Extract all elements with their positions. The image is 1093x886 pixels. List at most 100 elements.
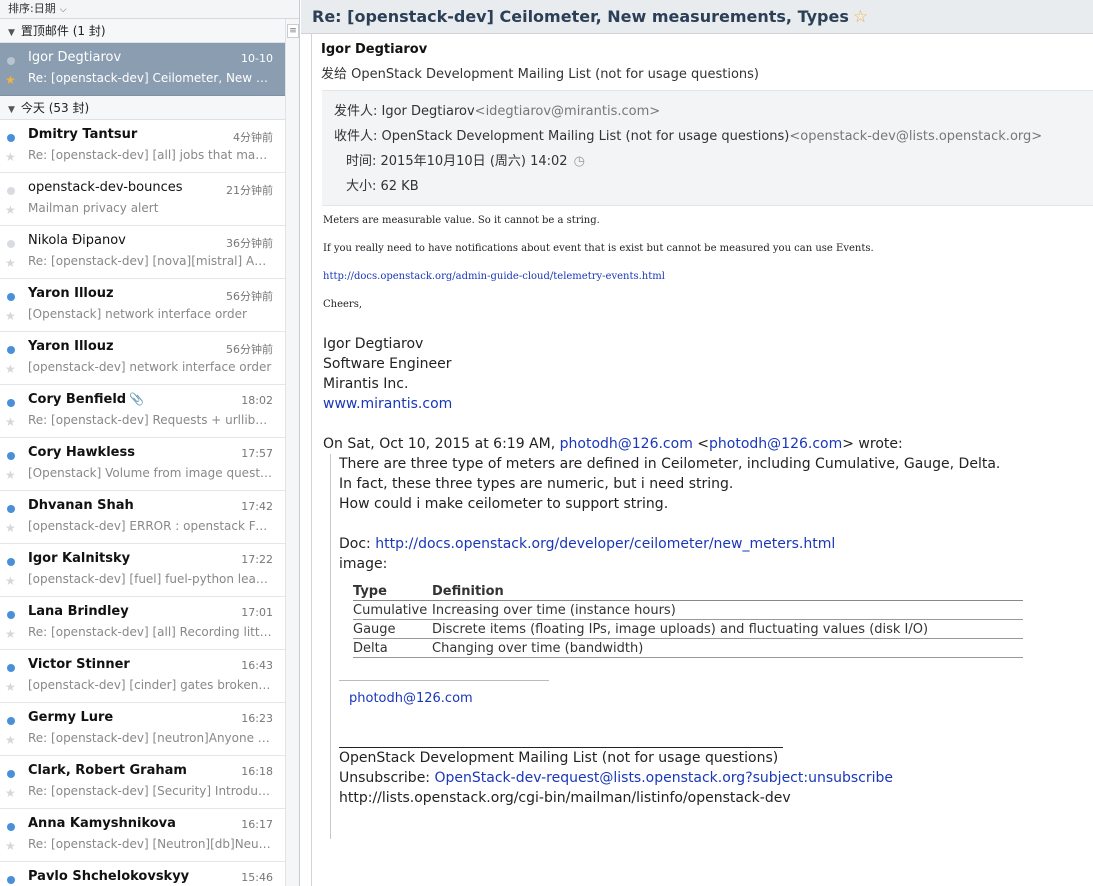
mail-from: Yaron Illouz [28,286,114,301]
unread-dot-icon[interactable] [7,558,15,566]
star-icon[interactable]: ★ [5,416,16,428]
mail-from-text: Anna Kamyshnikova [28,816,176,831]
mail-from: Germy Lure [28,710,113,725]
message-view: Igor Degtiarov 发给 OpenStack Development … [311,34,1093,886]
mail-item[interactable]: ★Pavlo Shchelokovskyy15:46 [0,862,285,886]
unread-dot-icon[interactable] [7,505,15,513]
star-icon[interactable]: ★ [5,840,16,852]
unread-dot-icon[interactable] [7,876,15,884]
sender-name[interactable]: Igor Degtiarov [312,34,1093,57]
star-icon[interactable]: ★ [5,681,16,693]
star-icon[interactable]: ★ [5,257,16,269]
mail-item[interactable]: ★ Yaron Illouz 56分钟前 [openstack-dev] networ… [0,332,285,385]
mail-item[interactable]: ★ Germy Lure 16:23 Re: [openstack-dev] [neu… [0,703,285,756]
mail-from: Dmitry Tantsur [28,127,137,142]
mail-item[interactable]: ★ openstack-dev-bounces 21分钟前 Mailman priva… [0,173,285,226]
star-icon[interactable]: ★ [5,522,16,534]
mail-from: Igor Degtiarov [28,50,122,65]
unread-dot-icon[interactable] [7,611,15,619]
table-row: Delta Changing over time (bandwidth) [353,638,1023,658]
mail-from-text: Cory Hawkless [28,445,135,460]
read-dot-icon[interactable] [7,240,15,248]
read-dot-icon[interactable] [7,187,15,195]
signature-name: Igor Degtiarov [323,336,424,352]
header-to-address[interactable]: <openstack-dev@lists.openstack.org> [789,129,1042,144]
signature-website-link[interactable]: www.mirantis.com [323,394,1093,414]
mail-item[interactable]: ★ Igor Kalnitsky 17:22 [openstack-dev] [fue… [0,544,285,597]
header-to: 收件人: OpenStack Development Mailing List … [322,124,1093,149]
unread-dot-icon[interactable] [7,346,15,354]
mail-item[interactable]: ★ Victor Stinner 16:43 [openstack-dev] [cin… [0,650,285,703]
mail-from: Nikola Đipanov [28,233,126,248]
star-icon[interactable]: ★ [5,787,16,799]
photodh-email-link[interactable]: photodh@126.com [349,691,1090,706]
mail-item[interactable]: ★ Dhvanan Shah 17:42 [openstack-dev] ERROR … [0,491,285,544]
doc-link[interactable]: http://docs.openstack.org/developer/ceil… [375,536,835,552]
meter-types-table: Type Definition Cumulative Increasing ove… [353,583,1023,658]
mail-from: Yaron Illouz [28,339,114,354]
group-pinned[interactable]: ▼ 置顶邮件 (1 封) [0,19,285,43]
sort-selector[interactable]: 排序:日期 ⌵ [0,0,299,19]
unread-dot-icon[interactable] [7,823,15,831]
mail-from: Pavlo Shchelokovskyy [28,869,189,884]
mail-time: 17:22 [241,553,273,566]
table-header: Definition [432,583,1023,601]
mail-item-selected[interactable]: ★ Igor Degtiarov 10-10 Re: [openstack-de… [0,43,285,96]
star-icon[interactable]: ★ [5,628,16,640]
header-size: 大小: 62 KB [322,174,1093,199]
body-line: Cheers, [323,299,363,310]
unread-dot-icon[interactable] [7,717,15,725]
star-icon[interactable]: ★ [5,204,16,216]
star-icon[interactable]: ★ [5,469,16,481]
unsubscribe-link[interactable]: OpenStack-dev-request@lists.openstack.or… [434,770,893,786]
group-today-label: 今天 (53 封) [20,101,90,115]
mail-item[interactable]: ★ Dmitry Tantsur 4分钟前 Re: [openstack-dev] [… [0,120,285,173]
star-icon[interactable]: ★ [5,151,16,163]
mail-time: 15:46 [241,871,273,884]
mail-item[interactable]: ★ Anna Kamyshnikova 16:17 Re: [openstack-de… [0,809,285,862]
star-icon[interactable]: ★ [5,310,16,322]
unread-dot-icon[interactable] [7,134,15,142]
clock-icon[interactable]: ◷ [574,154,585,169]
read-dot-icon [7,57,15,65]
unread-dot-icon[interactable] [7,293,15,301]
collapse-triangle-icon: ▼ [8,28,15,38]
star-icon[interactable]: ★ [5,734,16,746]
unread-dot-icon[interactable] [7,399,15,407]
header-from-label: 发件人: Igor Degtiarov [334,104,475,119]
message-title: Re: [openstack-dev] Ceilometer, New meas… [312,7,849,26]
star-icon[interactable]: ★ [5,575,16,587]
mailman-link[interactable]: http://lists.openstack.org/cgi-bin/mailm… [339,788,1090,808]
unread-dot-icon[interactable] [7,664,15,672]
mail-from: Anna Kamyshnikova [28,816,176,831]
quote-email-link[interactable]: photodh@126.com [709,436,842,452]
quote-line: In fact, these three types are numeric, … [339,476,734,492]
star-icon[interactable]: ☆ [853,7,868,27]
mail-subject: Re: [openstack-dev] [neutron]Anyone trie… [28,731,273,745]
star-icon[interactable]: ★ [5,363,16,375]
chevron-down-icon: ⌵ [59,5,67,15]
header-from-address[interactable]: <idegtiarov@mirantis.com> [475,104,661,119]
body-link[interactable]: http://docs.openstack.org/admin-guide-cl… [323,270,1093,284]
mail-item[interactable]: ★ Cory Hawkless 17:57 [Openstack] Volume fr… [0,438,285,491]
star-icon[interactable]: ★ [5,74,16,86]
mail-from-text: Nikola Đipanov [28,233,126,248]
group-today[interactable]: ▼ 今天 (53 封) [0,96,285,120]
unread-dot-icon[interactable] [7,452,15,460]
mail-from-text: Germy Lure [28,710,114,725]
message-body: Meters are measurable value. So it canno… [312,206,1093,839]
scrollbar[interactable]: ≡ [285,19,299,886]
mail-item[interactable]: ★ Nikola Đipanov 36分钟前 Re: [openstack-dev] … [0,226,285,279]
mail-item[interactable]: ★ Cory Benfield 📎 18:02 Re: [openstack-dev] … [0,385,285,438]
list-menu-icon[interactable]: ≡ [287,24,299,38]
unread-dot-icon[interactable] [7,770,15,778]
mail-item[interactable]: ★ Yaron Illouz 56分钟前 [Openstack] network in… [0,279,285,332]
mail-from-text: Dmitry Tantsur [28,127,138,142]
mail-item[interactable]: ★ Clark, Robert Graham 16:18 Re: [openstack… [0,756,285,809]
mail-time: 18:02 [241,394,273,407]
quote-email-link[interactable]: photodh@126.com [560,436,693,452]
mail-item[interactable]: ★ Lana Brindley 17:01 Re: [openstack-dev] [… [0,597,285,650]
mail-from-text: Igor Kalnitsky [28,551,131,566]
footer-list-name: OpenStack Development Mailing List (not … [339,750,779,766]
mail-list: ▼ 置顶邮件 (1 封) ★ Igor Degtiarov 10-10 Re: [… [0,19,285,886]
